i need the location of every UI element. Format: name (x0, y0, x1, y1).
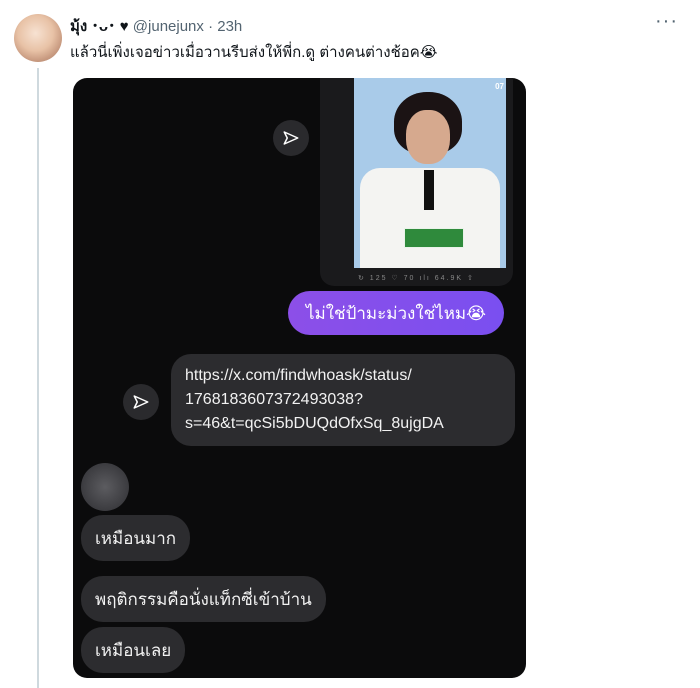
sent-message-bubble: ไม่ใช่ป้ามะม่วงใช่ไหม😭 (288, 291, 504, 335)
face-shape (406, 110, 450, 164)
tweet-text: แล้วนี่เพิ่งเจอข่าวเมื่อวานรีบส่งให้พี่ก… (70, 44, 438, 61)
tweet-timestamp[interactable]: 23h (217, 18, 242, 35)
received-message-bubble: เหมือนมาก (81, 515, 191, 561)
shared-image-bubble[interactable]: 07 ↻ 125 ♡ 70 ılı 64.9K ⇧ (320, 78, 513, 286)
tie-shape (424, 170, 434, 210)
thread-line (37, 68, 39, 688)
link-message-bubble[interactable]: https://x.com/findwhoask/status/ 1768183… (171, 354, 515, 446)
received-message-bubble: เหมือนเลย (81, 627, 186, 673)
author-name[interactable]: มุ้ง ･ᴗ･ ♥ (70, 18, 129, 35)
link-line: s=46&t=qcSi5bDUQdOfxSq_8ujgDA (185, 415, 444, 432)
header-separator: · (208, 18, 214, 35)
received-message-bubble: พฤติกรรมคือนั่งแท็กซี่เข้าบ้าน (81, 576, 326, 622)
more-options-icon[interactable]: ··· (655, 10, 678, 33)
name-sign (404, 228, 464, 248)
share-icon[interactable] (123, 384, 159, 420)
link-line: 1768183607372493038? (185, 391, 363, 408)
tweet-header: มุ้ง ･ᴗ･ ♥ @junejunx · 23h (70, 14, 242, 38)
author-avatar[interactable] (14, 14, 62, 62)
image-tag: 07 (495, 82, 504, 91)
link-line: https://x.com/findwhoask/status/ (185, 367, 412, 384)
portrait-photo: 07 (354, 78, 506, 268)
author-handle[interactable]: @junejunx (133, 18, 204, 35)
contact-avatar (81, 463, 129, 511)
share-icon[interactable] (273, 120, 309, 156)
tweet-media-image[interactable]: 07 ↻ 125 ♡ 70 ılı 64.9K ⇧ ไม่ใช่ป้ามะม่ว… (73, 78, 526, 678)
image-stats: ↻ 125 ♡ 70 ılı 64.9K ⇧ (358, 275, 475, 282)
